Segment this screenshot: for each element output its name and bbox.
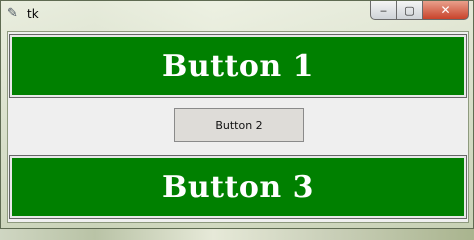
minimize-button[interactable]: ‒ bbox=[370, 1, 397, 20]
button-3[interactable]: Button 3 bbox=[9, 155, 467, 219]
close-icon: ✕ bbox=[440, 3, 451, 17]
minimize-icon: ‒ bbox=[380, 3, 387, 17]
client-area: Button 1 Button 2 Button 3 bbox=[7, 31, 469, 223]
title-bar[interactable]: ✎ tk ‒ ▢ ✕ bbox=[1, 1, 474, 27]
button-1[interactable]: Button 1 bbox=[9, 34, 467, 98]
close-button[interactable]: ✕ bbox=[423, 1, 469, 20]
button-2[interactable]: Button 2 bbox=[174, 108, 304, 142]
feather-icon: ✎ bbox=[7, 6, 18, 21]
maximize-button[interactable]: ▢ bbox=[397, 1, 423, 20]
maximize-icon: ▢ bbox=[404, 3, 415, 17]
window-controls: ‒ ▢ ✕ bbox=[370, 1, 469, 21]
app-window: ✎ tk ‒ ▢ ✕ Button 1 Button 2 Button 3 bbox=[0, 0, 474, 229]
middle-frame: Button 2 bbox=[10, 99, 466, 154]
window-title: tk bbox=[27, 7, 39, 21]
